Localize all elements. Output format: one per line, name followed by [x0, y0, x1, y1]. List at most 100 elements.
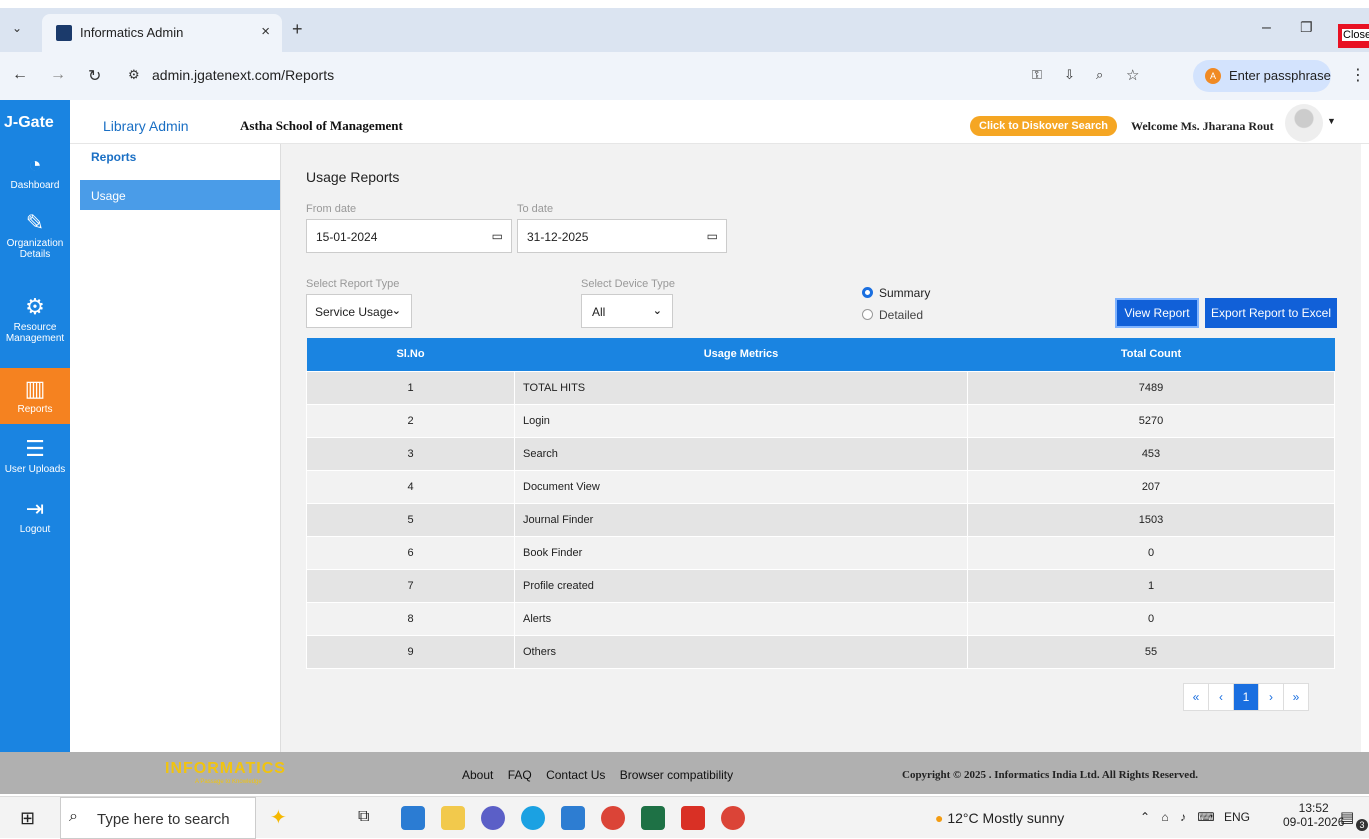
table-row: 1 TOTAL HITS 7489	[306, 370, 1335, 405]
site-info-icon[interactable]: ⚙	[128, 67, 140, 83]
detailed-label: Detailed	[879, 308, 924, 322]
clock-date: 09-01-2026	[1283, 815, 1345, 829]
windows-start-icon[interactable]: ⊞	[20, 808, 35, 829]
from-date-input[interactable]: 15-01-2024 ▭	[306, 219, 512, 253]
discover-search-button[interactable]: Click to Diskover Search	[970, 116, 1118, 136]
view-report-button[interactable]: View Report	[1115, 298, 1199, 328]
page-next-button[interactable]: ›	[1258, 683, 1284, 711]
cell-metric: Login	[514, 403, 968, 438]
cell-metric: Search	[514, 436, 968, 471]
cell-count: 207	[967, 469, 1335, 504]
key-icon[interactable]: ⚿	[1032, 67, 1042, 83]
nav-user-uploads[interactable]: ☰ User Uploads	[0, 436, 70, 484]
page-current-button[interactable]: 1	[1233, 683, 1259, 711]
system-tray[interactable]: ⌃ ⌂ ♪ ⌨ ENG	[1140, 810, 1250, 824]
cell-metric: Alerts	[514, 601, 968, 636]
page-prev-button[interactable]: ‹	[1208, 683, 1234, 711]
outlook-icon[interactable]	[561, 806, 585, 830]
restore-icon[interactable]: ❐	[1300, 19, 1313, 36]
device-type-select[interactable]: All ⌄	[581, 294, 673, 328]
cell-count: 1	[967, 568, 1335, 603]
zoom-icon[interactable]: ⌕	[1096, 67, 1103, 83]
browser-menu-icon[interactable]: ⋮	[1350, 65, 1366, 85]
nav-logout[interactable]: ⇥ Logout	[0, 496, 70, 544]
export-excel-button[interactable]: Export Report to Excel	[1205, 298, 1337, 328]
nav-resource-management[interactable]: ⚙ Resource Management	[0, 294, 70, 356]
nav-organization-details[interactable]: ✎ Organization Details	[0, 210, 70, 272]
cell-count: 1503	[967, 502, 1335, 537]
page-first-button[interactable]: «	[1183, 683, 1209, 711]
url-input[interactable]: ⚙ admin.jgatenext.com/Reports ⚿ ⇩ ⌕ ☆	[122, 60, 1182, 92]
chrome-icon[interactable]	[601, 806, 625, 830]
notification-icon[interactable]: ▤	[1340, 808, 1354, 826]
jgate-logo[interactable]: J-Gate	[0, 100, 70, 144]
logo-text: J-Gate	[4, 114, 54, 131]
store-icon[interactable]	[401, 806, 425, 830]
calendar-icon[interactable]: ▭	[492, 229, 503, 243]
detailed-radio[interactable]: Detailed	[862, 308, 923, 322]
submenu-item-usage[interactable]: Usage	[80, 180, 280, 210]
table-header-row: Sl.No Usage Metrics Total Count	[306, 338, 1335, 371]
forward-icon[interactable]: →	[50, 66, 66, 84]
nav-label: Logout	[19, 524, 51, 535]
nav-dashboard[interactable]: ◔ Dashboard	[0, 152, 70, 202]
url-text: admin.jgatenext.com/Reports	[152, 67, 335, 83]
window-close-button[interactable]: Close	[1338, 24, 1369, 48]
user-gear-icon: ⚙	[25, 294, 45, 319]
teams-icon[interactable]	[481, 806, 505, 830]
new-tab-icon[interactable]: +	[292, 19, 303, 40]
calendar-icon[interactable]: ▭	[707, 229, 718, 243]
language-indicator[interactable]: ENG	[1224, 810, 1250, 824]
file-explorer-icon[interactable]	[441, 806, 465, 830]
chrome-icon[interactable]	[721, 806, 745, 830]
to-date-label: To date	[517, 203, 554, 215]
task-view-icon[interactable]: ⧉	[358, 808, 369, 826]
reload-icon[interactable]: ↻	[88, 66, 101, 86]
edge-icon[interactable]	[521, 806, 545, 830]
search-icon: ⌕	[69, 808, 78, 825]
tray-chevron-icon[interactable]: ⌃	[1140, 810, 1150, 824]
to-date-input[interactable]: 31-12-2025 ▭	[517, 219, 727, 253]
footer-link-faq[interactable]: FAQ	[508, 768, 532, 782]
acrobat-icon[interactable]	[681, 806, 705, 830]
reports-submenu: Reports Usage	[70, 144, 281, 752]
tab-list-chevron-icon[interactable]: ⌄	[12, 21, 22, 35]
summary-radio[interactable]: Summary	[862, 286, 930, 300]
footer-link-contact[interactable]: Contact Us	[546, 768, 605, 782]
cell-metric: Document View	[514, 469, 968, 504]
avatar-dropdown-icon[interactable]: ▼	[1327, 116, 1336, 126]
notification-count-badge: 3	[1356, 819, 1368, 831]
bookmark-star-icon[interactable]: ☆	[1126, 66, 1139, 84]
report-type-select[interactable]: Service Usage ⌄	[306, 294, 412, 328]
taskbar-search-input[interactable]: ⌕ Type here to search	[60, 797, 256, 839]
excel-icon[interactable]	[641, 806, 665, 830]
device-type-value: All	[592, 305, 606, 319]
windows-taskbar: ⊞ ⌕ Type here to search ✦ ⧉ ● 12°C Mostl…	[0, 796, 1369, 839]
user-avatar[interactable]	[1285, 104, 1323, 142]
cell-metric: Others	[514, 634, 968, 669]
weather-widget[interactable]: ● 12°C Mostly sunny	[935, 810, 1064, 826]
footer-link-browser-compat[interactable]: Browser compatibility	[620, 768, 733, 782]
keyboard-icon[interactable]: ⌨	[1197, 810, 1214, 824]
sparkle-icon[interactable]: ✦	[270, 805, 287, 830]
column-header-metrics: Usage Metrics	[514, 338, 968, 371]
install-icon[interactable]: ⇩	[1064, 67, 1075, 83]
logout-icon: ⇥	[25, 496, 45, 521]
back-icon[interactable]: ←	[12, 66, 28, 84]
page-title: Usage Reports	[306, 169, 400, 185]
taskbar-clock[interactable]: 13:52 09-01-2026	[1283, 801, 1344, 829]
table-row: 2 Login 5270	[306, 403, 1335, 438]
network-icon[interactable]: ⌂	[1161, 810, 1168, 824]
page-last-button[interactable]: »	[1283, 683, 1309, 711]
footer-link-about[interactable]: About	[462, 768, 493, 782]
minimize-icon[interactable]: –	[1262, 19, 1271, 37]
passphrase-button[interactable]: A Enter passphrase	[1193, 60, 1331, 92]
organization-name: Astha School of Management	[240, 118, 403, 133]
tab-close-icon[interactable]: ×	[261, 23, 270, 40]
volume-icon[interactable]: ♪	[1180, 810, 1186, 824]
browser-tab[interactable]: Informatics Admin ×	[42, 14, 282, 52]
report-type-value: Service Usage	[315, 305, 394, 319]
table-row: 9 Others 55	[306, 634, 1335, 669]
submenu-heading: Reports	[91, 150, 137, 164]
nav-reports[interactable]: ▥ Reports	[0, 368, 70, 424]
